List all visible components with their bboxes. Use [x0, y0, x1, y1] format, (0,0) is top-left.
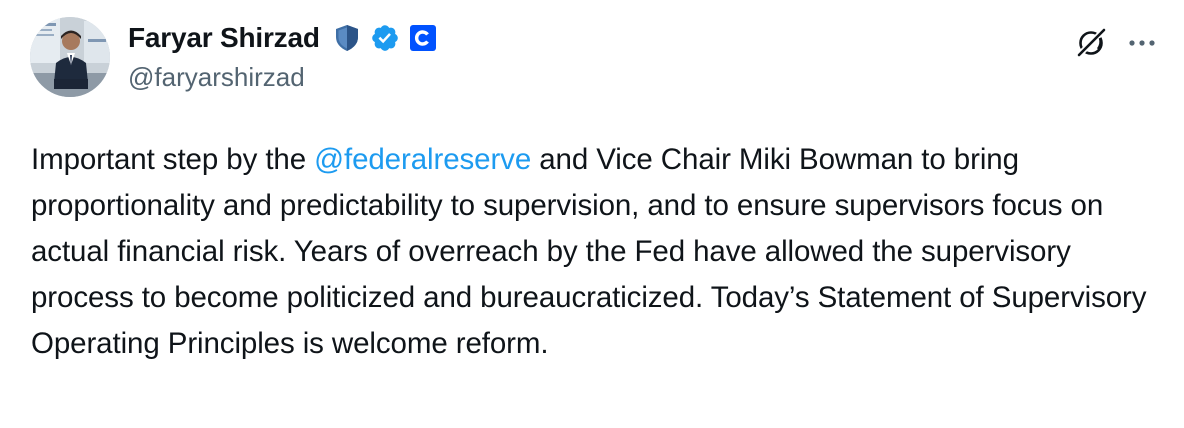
avatar[interactable]	[30, 17, 110, 97]
tweet-header: Faryar Shirzad @faryarshirzad	[128, 18, 438, 93]
verified-check-icon[interactable]	[370, 23, 400, 53]
more-icon[interactable]	[1124, 26, 1160, 60]
name-row: Faryar Shirzad	[128, 18, 438, 58]
affiliate-shield-icon[interactable]	[332, 23, 362, 53]
coinbase-logo-icon[interactable]	[408, 23, 438, 53]
tweet-card: Faryar Shirzad @faryarshirzad Important …	[0, 0, 1184, 428]
tweet-text: Important step by the @federalreserve an…	[31, 137, 1171, 367]
tweet-text-start: Important step by the	[31, 143, 315, 176]
author-handle[interactable]: @faryarshirzad	[128, 62, 438, 93]
mention-link[interactable]: @federalreserve	[314, 143, 531, 176]
tweet-actions	[1074, 26, 1160, 60]
display-name[interactable]: Faryar Shirzad	[128, 22, 320, 54]
grok-icon[interactable]	[1074, 26, 1108, 60]
